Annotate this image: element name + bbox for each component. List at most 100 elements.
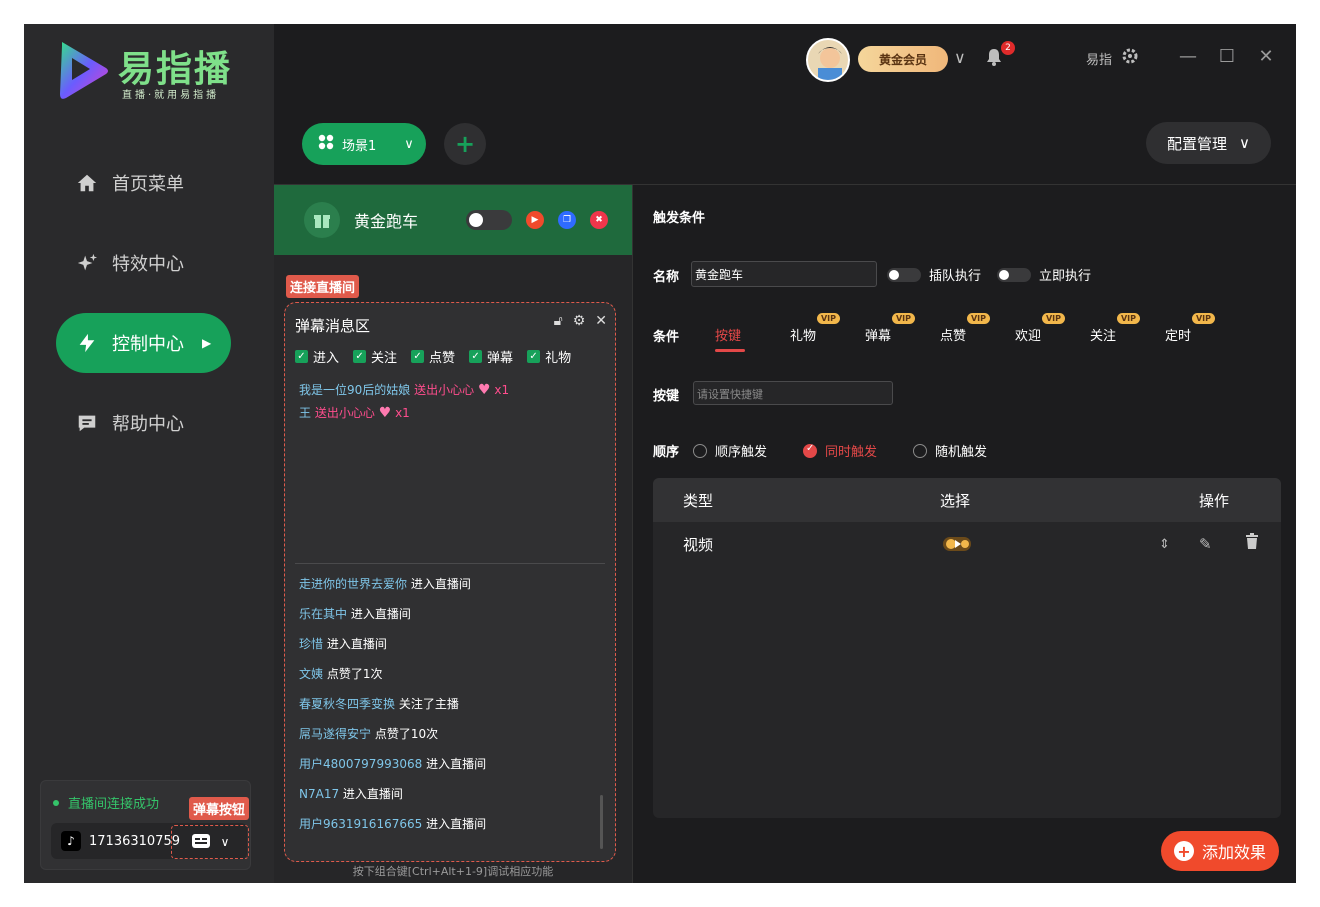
filter-gift[interactable]: ✓ 礼物 [527,347,571,366]
vip-badge[interactable]: 黄金会员 [858,46,948,72]
sidebar: 易指播 直播·就用易指播 首页菜单 特效中心 控制中心 ▶ 帮助中心 直播间连接… [24,24,274,883]
list-item: 走进你的世界去爱你 进入直播间 [299,569,486,599]
danmu-toggle-button[interactable]: ∨ [171,825,249,859]
add-effect-label: 添加效果 [1201,843,1266,862]
unlock-icon[interactable]: 🔓︎ [554,313,563,329]
checkbox-icon: ✓ [295,350,308,363]
immediate-toggle[interactable] [997,267,1031,282]
sidebar-item-label: 首页菜单 [112,174,184,195]
chevron-down-icon: ∨ [404,136,414,152]
column-header-actions: 操作 [1199,491,1230,510]
delete-icon[interactable]: ✖ [590,211,608,229]
sidebar-item-home[interactable]: 首页菜单 [56,153,231,213]
message-user: 我是一位90后的姑娘 [299,383,411,397]
sidebar-item-effects[interactable]: 特效中心 [56,233,231,293]
close-button[interactable]: ✕ [1256,46,1276,67]
close-icon[interactable]: ✕ [595,313,607,329]
tab-label: 关注 [1090,329,1117,344]
list-item: 用户4800797993068 进入直播间 [299,749,486,779]
message-action: 进入直播间 [326,637,387,651]
trash-icon[interactable] [1245,533,1259,553]
plus-icon: + [1173,841,1194,861]
add-effect-button[interactable]: + 添加效果 [1161,831,1279,871]
condition-tab-follow[interactable]: 关注 VIP [1090,313,1141,344]
settings-icon[interactable]: ⚙︎ [573,313,586,329]
message-panel-title: 弹幕消息区 [295,317,371,335]
video-thumbnail-icon[interactable] [942,535,972,557]
copy-icon[interactable]: ❐ [558,211,576,229]
lightning-icon [74,330,100,356]
name-field[interactable]: 黄金跑车 [691,261,877,287]
shortcut-hint: 按下组合键[Ctrl+Alt+1-9]调试相应功能 [352,865,554,878]
condition-tab-danmu[interactable]: 弹幕 VIP [865,313,916,344]
sidebar-item-control[interactable]: 控制中心 ▶ [56,313,231,373]
queue-toggle[interactable] [887,267,921,282]
condition-tab-like[interactable]: 点赞 VIP [940,313,991,344]
minimize-button[interactable]: — [1178,46,1198,67]
logo-play-icon [60,42,108,99]
config-label: 配置管理 [1167,134,1228,153]
tab-label: 按键 [715,329,742,344]
config-management-button[interactable]: 配置管理 ∨ [1146,122,1271,164]
bell-icon[interactable] [986,48,1002,70]
message-user: 文姨 [299,667,324,681]
queue-option[interactable]: 插队执行 [887,265,981,284]
effect-toggle[interactable] [466,210,512,230]
message-action: 进入直播间 [410,577,471,591]
danmu-button-tag: 弹幕按钮 [189,797,250,820]
add-scene-button[interactable]: + [444,123,486,165]
sparkle-icon [74,250,100,276]
immediate-option[interactable]: 立即执行 [997,265,1091,284]
order-option-sequential[interactable]: 顺序触发 [693,441,767,460]
section-title: 触发条件 [653,211,706,226]
notification-count-badge: 2 [1001,41,1015,55]
sidebar-item-help[interactable]: 帮助中心 [56,393,231,453]
message-count: x1 [395,406,410,420]
order-option-simultaneous[interactable]: 同时触发 [803,441,877,460]
column-header-select: 选择 [940,491,971,510]
order-option-label: 顺序触发 [715,445,768,460]
list-item: 屌马遂得安宁 点赞了10次 [299,719,486,749]
shortcut-key-input[interactable]: 请设置快捷键 [693,381,893,405]
message-user: 春夏秋冬四季变换 [299,697,396,711]
scene-selector[interactable]: 场景1 ∨ [302,123,426,165]
order-label: 顺序 [653,445,680,460]
checkbox-icon: ✓ [353,350,367,363]
gear-icon[interactable] [1122,48,1138,68]
connection-status: 直播间连接成功 [53,793,159,812]
filter-danmu[interactable]: ✓ 弹幕 [469,347,513,366]
user-name[interactable]: 易指 [1086,49,1112,68]
tiktok-icon: ♪ [61,831,81,851]
condition-label: 条件 [653,330,680,345]
maximize-button[interactable]: ☐ [1217,46,1237,67]
message-action: 送出小心心 [314,406,375,420]
sort-icon[interactable]: ⇕ [1159,537,1170,552]
condition-tab-timer[interactable]: 定时 VIP [1165,313,1216,344]
edit-icon[interactable]: ✎ [1199,535,1212,553]
radio-checked-icon [803,443,817,458]
account-selector[interactable]: ♪ 17136310759 ∨ [51,823,249,859]
row-type: 视频 [683,535,714,554]
condition-tab-welcome[interactable]: 欢迎 VIP [1015,313,1066,344]
scrollbar[interactable] [600,795,603,849]
radio-icon [693,443,707,458]
message-action: 点赞了1次 [326,667,383,681]
filter-enter[interactable]: ✓ 进入 [295,347,339,366]
filter-follow[interactable]: ✓ 关注 [353,347,397,366]
order-option-random[interactable]: 随机触发 [913,441,987,460]
message-action: 点赞了10次 [374,727,439,741]
gift-message-list: 我是一位90后的姑娘 送出小心心 ♥ x1 王 送出小心心 ♥ x1 [299,379,509,425]
effect-item[interactable]: 黄金跑车 ▶ ❐ ✖ [274,185,632,255]
condition-tab-gift[interactable]: 礼物 VIP [790,313,841,344]
avatar[interactable] [806,38,850,82]
list-item: N7A17 进入直播间 [299,779,486,809]
message-user: 屌马遂得安宁 [299,727,372,741]
chevron-down-icon[interactable]: ∨ [954,48,966,67]
message-user: 王 [299,406,312,420]
name-label: 名称 [653,270,680,285]
message-user: 乐在其中 [299,607,348,621]
play-icon[interactable]: ▶ [526,211,544,229]
message-user: N7A17 [299,787,340,801]
filter-like[interactable]: ✓ 点赞 [411,347,455,366]
condition-tab-key[interactable]: 按键 [715,325,746,352]
